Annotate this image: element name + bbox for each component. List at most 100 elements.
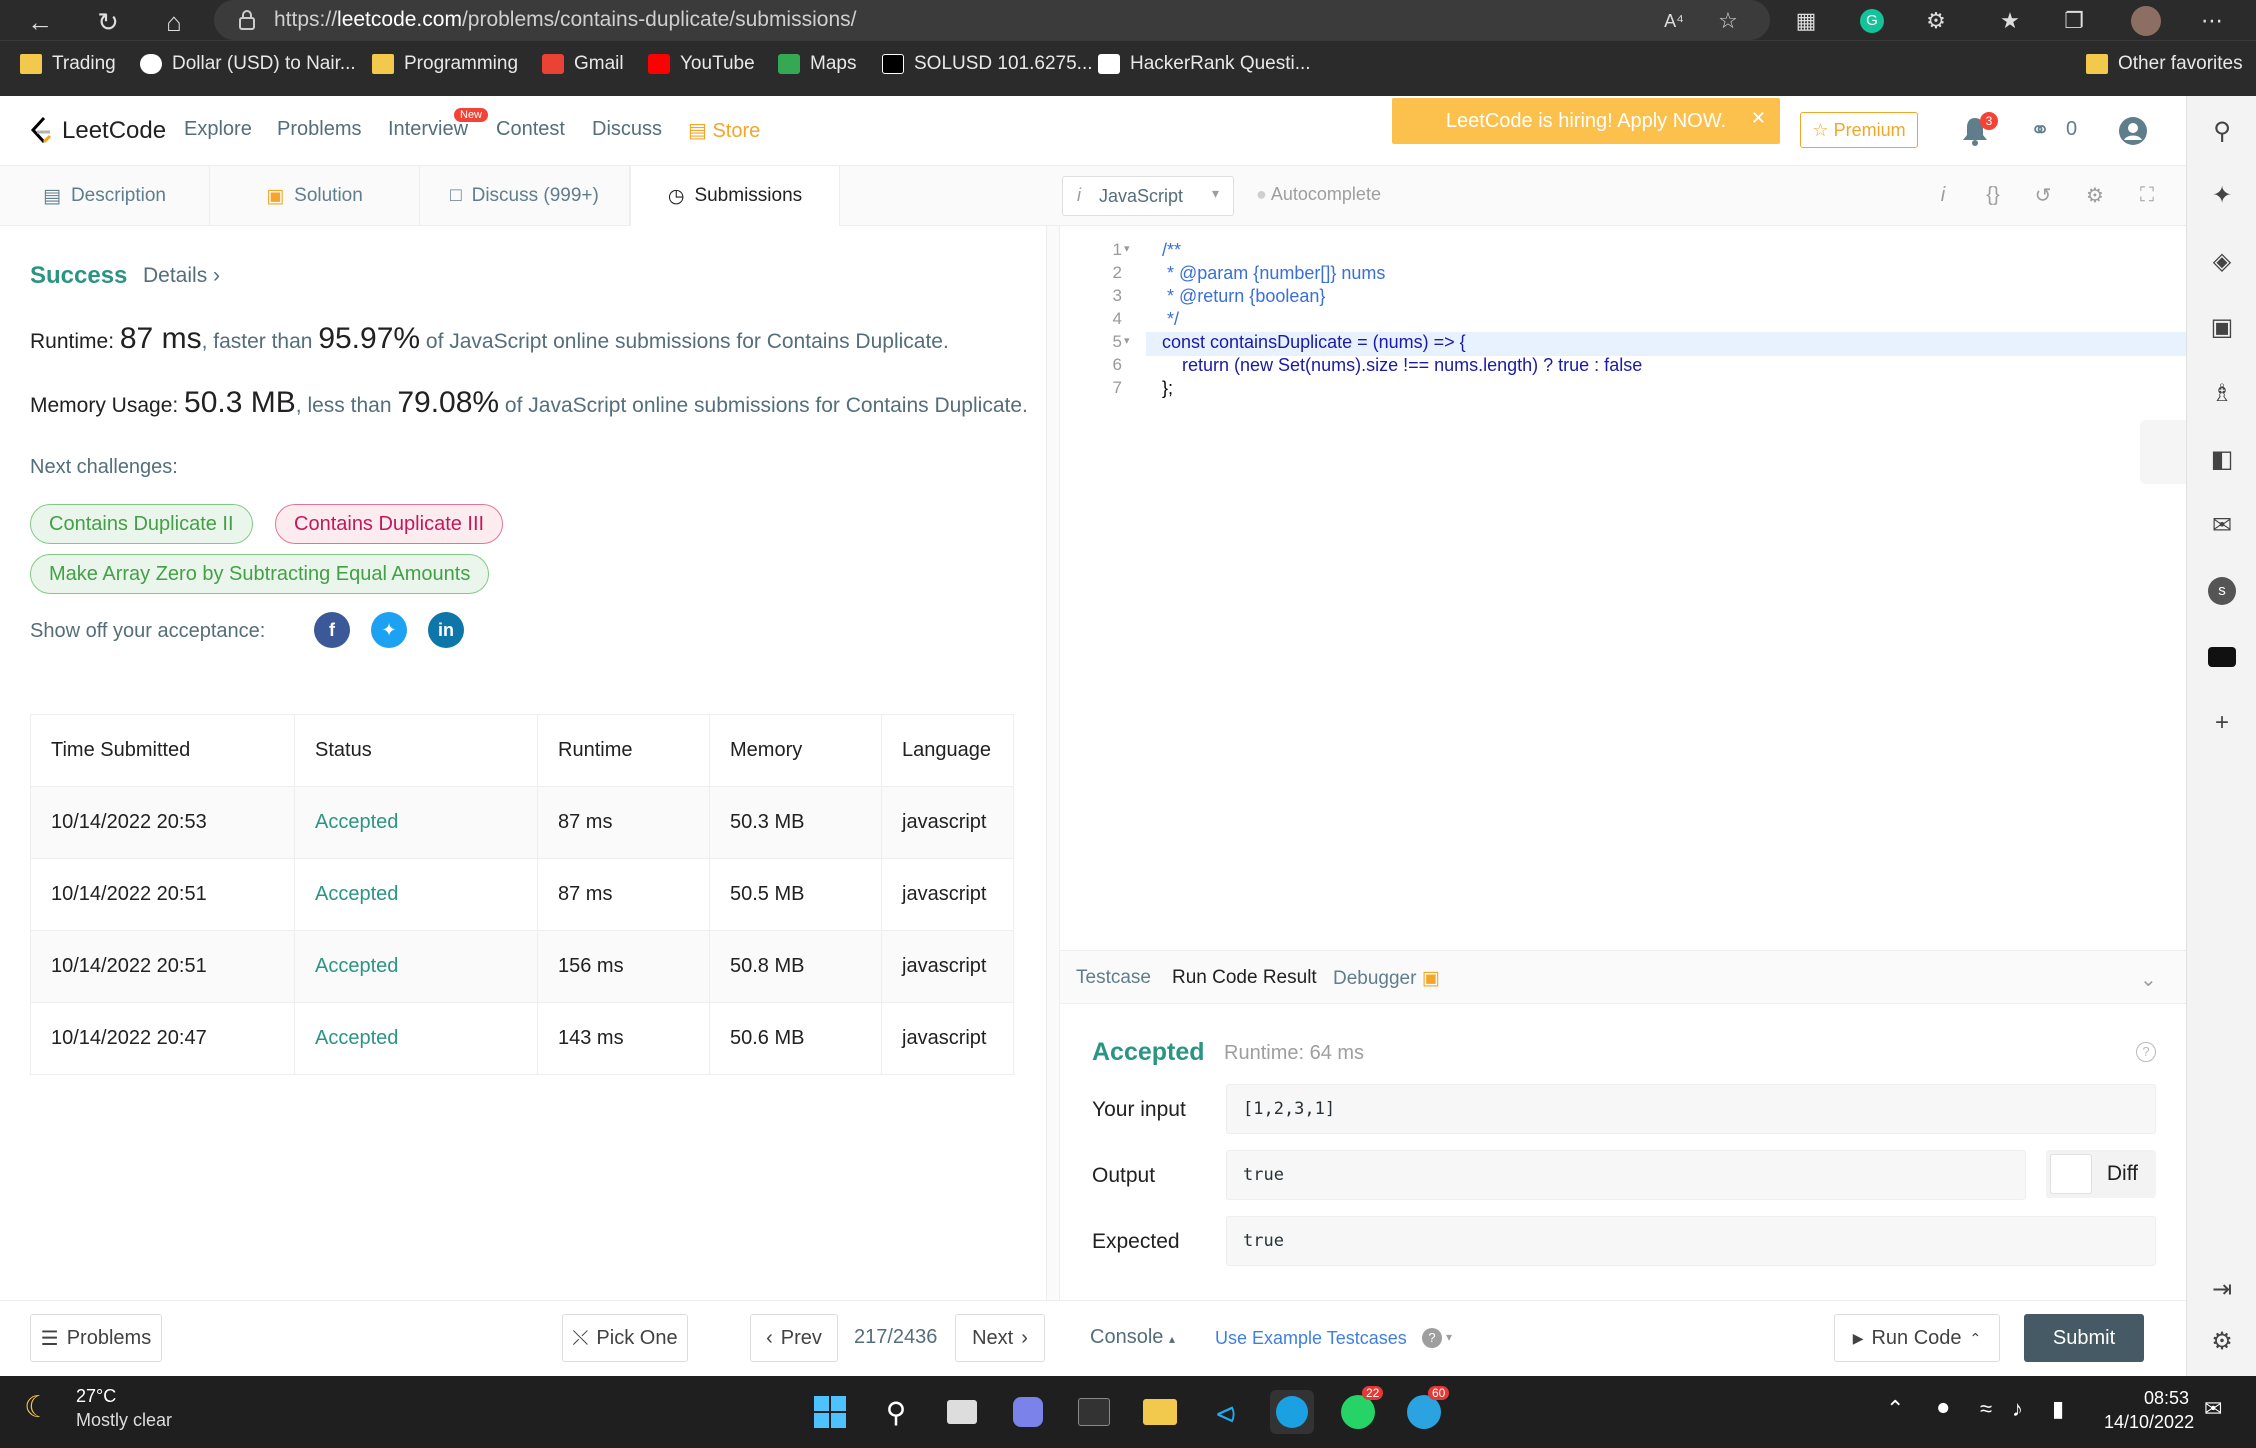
tag-icon[interactable]: ◈: [2205, 244, 2239, 278]
tab-testcase[interactable]: Testcase: [1076, 967, 1151, 989]
nav-discuss[interactable]: Discuss: [592, 118, 662, 141]
teams-chat-icon[interactable]: [1006, 1390, 1050, 1434]
use-example-testcases[interactable]: Use Example Testcases: [1215, 1328, 1407, 1349]
vscode-icon[interactable]: ⪦: [1204, 1390, 1248, 1434]
accepted-link[interactable]: Accepted: [294, 1002, 538, 1075]
office-icon[interactable]: ◧: [2205, 442, 2239, 476]
collections-icon[interactable]: ❐: [2058, 6, 2090, 36]
taskbar-search-icon[interactable]: ⚲: [874, 1390, 918, 1434]
home-icon[interactable]: ⌂: [156, 4, 192, 40]
add-icon[interactable]: +: [2205, 706, 2239, 740]
tab-solution[interactable]: ▣ Solution: [210, 166, 420, 226]
back-arrow-icon[interactable]: ←: [22, 4, 58, 40]
outlook-icon[interactable]: ✉: [2205, 508, 2239, 542]
microphone-icon[interactable]: ⚫: [1934, 1396, 1952, 1422]
nav-problems[interactable]: Problems: [277, 118, 361, 141]
bookmark-hackerrank[interactable]: HackerRank Questi...: [1098, 53, 1311, 75]
notifications-icon[interactable]: ✉: [2204, 1396, 2222, 1422]
details-link[interactable]: Details ›: [143, 264, 220, 288]
read-aloud-icon[interactable]: A⁴: [1658, 6, 1690, 36]
hiring-banner[interactable]: LeetCode is hiring! Apply NOW. ✕: [1392, 98, 1780, 144]
sidebar-collapse-icon[interactable]: ⇥: [2205, 1272, 2239, 1306]
challenge-contains-duplicate-iii[interactable]: Contains Duplicate III: [275, 504, 504, 544]
file-explorer-icon[interactable]: [1138, 1390, 1182, 1434]
accepted-link[interactable]: Accepted: [294, 858, 538, 931]
reset-icon[interactable]: ↺: [2028, 180, 2058, 210]
fullscreen-icon[interactable]: ⛶: [2132, 180, 2162, 210]
format-braces-icon[interactable]: {}: [1978, 180, 2008, 210]
fold-arrow-icon[interactable]: ▾: [1124, 242, 1130, 255]
tools-icon[interactable]: ▣: [2205, 310, 2239, 344]
pick-one-button[interactable]: ⤬ Pick One: [562, 1314, 688, 1362]
fire-icon[interactable]: ⚭: [2030, 116, 2050, 145]
nav-contest[interactable]: Contest: [496, 118, 565, 141]
accepted-link[interactable]: Accepted: [294, 930, 538, 1003]
search-icon[interactable]: ⚲: [2205, 114, 2239, 148]
bookmark-maps[interactable]: Maps: [778, 53, 856, 75]
nav-interview[interactable]: Interview: [388, 118, 468, 141]
chevron-up-icon[interactable]: ⌃: [1886, 1396, 1904, 1422]
user-avatar-icon[interactable]: [2118, 116, 2148, 146]
problems-button[interactable]: ☰ Problems: [30, 1314, 162, 1362]
bookmark-dollar[interactable]: Dollar (USD) to Nair...: [140, 53, 356, 75]
bookmark-trading[interactable]: Trading: [20, 53, 116, 75]
prev-button[interactable]: ‹ Prev: [750, 1314, 838, 1362]
tab-debugger[interactable]: Debugger ▣: [1333, 967, 1440, 990]
tab-submissions[interactable]: ◷ Submissions: [630, 166, 840, 226]
battery-icon[interactable]: ▮: [2052, 1396, 2064, 1422]
extensions-icon[interactable]: ⚙: [1920, 6, 1952, 36]
bookmark-gmail[interactable]: Gmail: [542, 53, 624, 75]
games-icon[interactable]: ♗: [2205, 376, 2239, 410]
address-bar[interactable]: https://leetcode.com/problems/contains-d…: [214, 0, 1770, 40]
volume-icon[interactable]: ♪: [2012, 1396, 2023, 1422]
language-select[interactable]: i JavaScript ▾: [1062, 176, 1234, 216]
profile-avatar[interactable]: [2130, 6, 2162, 36]
settings-gear-icon[interactable]: ⚙: [2205, 1324, 2239, 1358]
grammarly-icon[interactable]: G: [1856, 6, 1888, 36]
close-icon[interactable]: ✕: [1751, 108, 1766, 129]
refresh-icon[interactable]: ↻: [90, 4, 126, 40]
side-panel-tab[interactable]: [2140, 420, 2186, 484]
submit-button[interactable]: Submit: [2024, 1314, 2144, 1362]
tab-description[interactable]: ▤ Description: [0, 166, 210, 226]
leetcode-logo[interactable]: LeetCode: [28, 116, 166, 146]
next-button[interactable]: Next ›: [955, 1314, 1045, 1362]
favorites-icon[interactable]: ★: [1994, 6, 2026, 36]
bookmark-youtube[interactable]: YouTube: [648, 53, 755, 75]
discover-icon[interactable]: ✦: [2205, 178, 2239, 212]
run-code-button[interactable]: ▶ Run Code ⌃: [1834, 1314, 2000, 1362]
nav-explore[interactable]: Explore: [184, 118, 252, 141]
terminal-icon[interactable]: [1072, 1390, 1116, 1434]
challenge-contains-duplicate-ii[interactable]: Contains Duplicate II: [30, 504, 253, 544]
bookmark-solusd[interactable]: SOLUSD 101.6275...: [882, 53, 1093, 75]
caret-down-icon[interactable]: ▾: [1446, 1330, 1452, 1344]
bookmark-other-favorites[interactable]: Other favorites: [2086, 53, 2243, 75]
youtube-sidebar-icon[interactable]: [2205, 640, 2239, 674]
edge-browser-icon[interactable]: [1270, 1390, 1314, 1434]
nav-store[interactable]: ▤ Store: [688, 118, 760, 143]
info-icon[interactable]: i: [1928, 180, 1958, 210]
task-view-icon[interactable]: [940, 1390, 984, 1434]
tab-run-code-result[interactable]: Run Code Result: [1172, 967, 1317, 989]
wifi-icon[interactable]: ≈: [1980, 1396, 1992, 1422]
accepted-link[interactable]: Accepted: [294, 786, 538, 859]
autocomplete-toggle[interactable]: ● Autocomplete: [1256, 184, 1381, 205]
help-icon[interactable]: ?: [1422, 1328, 1442, 1348]
help-icon[interactable]: ?: [2136, 1042, 2156, 1062]
fold-arrow-icon[interactable]: ▾: [1124, 334, 1130, 347]
linkedin-icon[interactable]: in: [428, 612, 464, 648]
bookmark-programming[interactable]: Programming: [372, 53, 518, 75]
tab-discuss[interactable]: □ Discuss (999+): [420, 166, 630, 226]
twitter-icon[interactable]: ✦: [371, 612, 407, 648]
challenge-make-array-zero[interactable]: Make Array Zero by Subtracting Equal Amo…: [30, 554, 490, 594]
favorite-star-icon[interactable]: ☆: [1712, 6, 1744, 36]
premium-button[interactable]: ☆ Premium: [1800, 112, 1918, 148]
more-menu-icon[interactable]: ⋯: [2196, 6, 2228, 36]
chevron-down-icon[interactable]: ⌄: [2140, 967, 2157, 992]
diff-toggle[interactable]: [2050, 1154, 2092, 1194]
settings-icon[interactable]: ⚙: [2080, 180, 2110, 210]
qr-code-icon[interactable]: ▦: [1790, 6, 1822, 36]
console-toggle[interactable]: Console ▴: [1090, 1326, 1175, 1349]
skype-icon[interactable]: s: [2205, 574, 2239, 608]
windows-start-icon[interactable]: [808, 1390, 852, 1434]
